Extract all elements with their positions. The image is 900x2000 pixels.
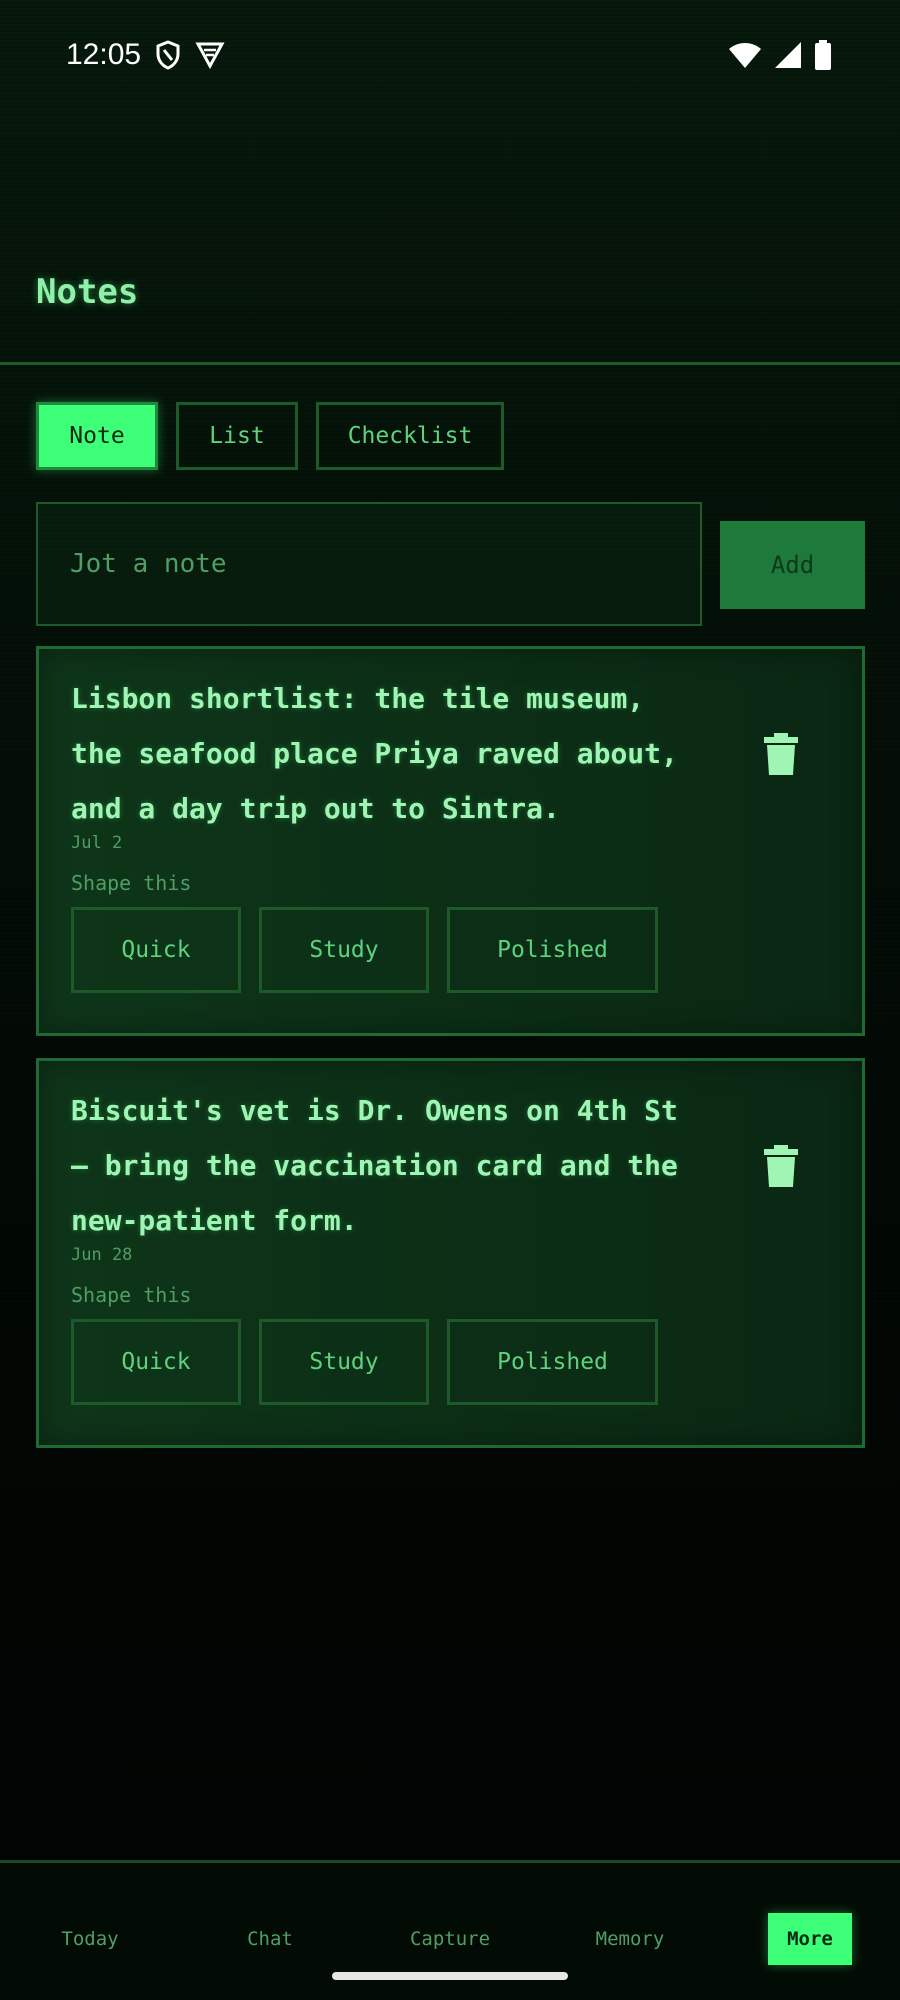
note-type-tabs: Note List Checklist [36,402,504,470]
vpn-icon [195,41,225,69]
shape-label: Shape this [71,1283,192,1307]
shape-buttons: Quick Study Polished [71,1319,658,1405]
trash-icon[interactable] [764,733,798,775]
nav-more[interactable]: More [768,1913,852,1965]
tab-list[interactable]: List [176,402,298,470]
shape-polished-button[interactable]: Polished [447,907,658,993]
shape-quick-button[interactable]: Quick [71,1319,241,1405]
note-input[interactable] [36,502,702,626]
header-divider [0,362,900,365]
trash-icon[interactable] [764,1145,798,1187]
note-text: Lisbon shortlist: the tile museum, the s… [71,682,678,825]
add-button[interactable]: Add [720,521,865,609]
nav-today[interactable]: Today [40,1913,140,1965]
tab-checklist[interactable]: Checklist [316,402,504,470]
signal-icon [774,41,802,69]
wifi-icon [728,41,762,69]
status-bar: 12:05 [0,0,900,110]
shape-study-button[interactable]: Study [259,1319,429,1405]
shape-quick-button[interactable]: Quick [71,907,241,993]
nav-memory[interactable]: Memory [580,1913,680,1965]
shape-label: Shape this [71,871,192,895]
status-time: 12:05 [66,38,142,71]
note-card: Lisbon shortlist: the tile museum, the s… [36,646,865,1036]
home-indicator[interactable] [332,1972,568,1980]
nav-chat[interactable]: Chat [220,1913,320,1965]
battery-icon [814,40,832,70]
page-title: Notes [36,272,139,312]
shape-buttons: Quick Study Polished [71,907,658,993]
nav-capture[interactable]: Capture [400,1913,500,1965]
tab-note[interactable]: Note [36,402,158,470]
shape-polished-button[interactable]: Polished [447,1319,658,1405]
note-card: Biscuit's vet is Dr. Owens on 4th St — b… [36,1058,865,1448]
shape-study-button[interactable]: Study [259,907,429,993]
shield-icon [155,40,181,70]
note-text: Biscuit's vet is Dr. Owens on 4th St — b… [71,1094,678,1237]
note-date: Jun 28 [71,1245,133,1265]
note-date: Jul 2 [71,833,123,853]
